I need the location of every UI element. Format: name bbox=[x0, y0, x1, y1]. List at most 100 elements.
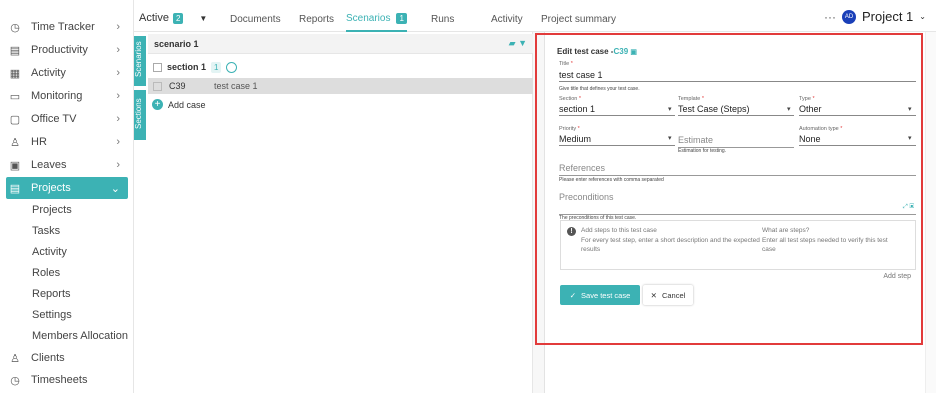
scenario-panel: scenario 1 ▰ ▼ section 1 1 C39 test case… bbox=[148, 32, 533, 393]
sidebar-item-label: HR bbox=[31, 136, 47, 148]
monitor-icon: ▭ bbox=[9, 90, 21, 103]
sidebar-subitem-members-allocation[interactable]: Members Allocation bbox=[32, 330, 128, 342]
scenario-header: scenario 1 ▰ ▼ bbox=[148, 34, 533, 54]
title-input[interactable]: test case 1 bbox=[559, 70, 916, 82]
steps-info-box: ! Add steps to this test case For every … bbox=[560, 220, 916, 270]
template-select[interactable]: Test Case (Steps) bbox=[678, 104, 794, 116]
person-icon: ♙ bbox=[10, 352, 20, 365]
expand-icon[interactable]: ⤢ ▣ bbox=[903, 204, 914, 211]
tab-documents[interactable]: Documents bbox=[230, 14, 281, 25]
sidebar-item-leaves[interactable]: ▣ Leaves › bbox=[6, 154, 128, 176]
sidebar-item-label: Activity bbox=[31, 67, 66, 79]
sidebar-item-office-tv[interactable]: ▢ Office TV › bbox=[6, 108, 128, 130]
section-row[interactable]: section 1 1 bbox=[148, 56, 533, 78]
sidebar-item-label: Monitoring bbox=[31, 90, 83, 102]
estimate-hint: Estimation for testing. bbox=[678, 148, 727, 154]
more-icon[interactable]: ··· bbox=[824, 10, 836, 24]
steps-help-right-text: Enter all test steps needed to verify th… bbox=[762, 236, 888, 254]
calendar-icon: ▣ bbox=[9, 159, 21, 172]
sidebar-subitem-activity[interactable]: Activity bbox=[32, 246, 67, 258]
steps-help-left-title: Add steps to this test case bbox=[581, 227, 657, 234]
case-id: C39 bbox=[169, 81, 186, 91]
sidebar-item-clients[interactable]: ♙ Clients bbox=[6, 347, 128, 369]
tab-scenarios[interactable]: Scenarios 1 bbox=[346, 10, 407, 32]
add-case-label: Add case bbox=[168, 99, 206, 110]
scenarios-count-badge: 1 bbox=[396, 12, 407, 24]
sidebar-item-label: Clients bbox=[31, 352, 65, 364]
sidebar-subitem-tasks[interactable]: Tasks bbox=[32, 225, 60, 237]
sidebar-subitem-projects[interactable]: Projects bbox=[32, 204, 72, 216]
section-name: section 1 bbox=[167, 62, 207, 72]
project-summary-link[interactable]: Project summary bbox=[541, 14, 616, 25]
section-count-badge: 1 bbox=[211, 61, 222, 73]
chevron-down-icon: ▾ bbox=[908, 106, 912, 113]
sidebar-item-hr[interactable]: ♙ HR › bbox=[6, 131, 128, 153]
table-row[interactable]: C39 test case 1 bbox=[148, 78, 533, 94]
section-checkbox[interactable] bbox=[153, 62, 162, 72]
edit-heading: Edit test case -C39 ▣ bbox=[557, 47, 637, 56]
activity-icon: ▦ bbox=[9, 67, 21, 80]
chevron-right-icon: › bbox=[116, 67, 120, 79]
sidebar-item-productivity[interactable]: ▤ Productivity › bbox=[6, 39, 128, 61]
project-name: Project 1 bbox=[861, 9, 914, 24]
sidebar-item-timesheets[interactable]: ◷ Timesheets bbox=[6, 369, 128, 391]
estimate-input[interactable]: Estimate bbox=[678, 135, 794, 148]
sidebar-item-monitoring[interactable]: ▭ Monitoring › bbox=[6, 85, 128, 107]
priority-select[interactable]: Medium bbox=[559, 134, 675, 146]
edit-heading-text: Edit test case - bbox=[557, 47, 614, 56]
case-name: test case 1 bbox=[214, 81, 258, 91]
vertical-tab-scenarios[interactable]: Scenarios bbox=[134, 36, 146, 86]
sidebar-subitem-settings[interactable]: Settings bbox=[32, 309, 72, 321]
sidebar-item-label: Productivity bbox=[31, 44, 88, 56]
references-input[interactable]: References bbox=[559, 163, 916, 176]
tab-reports[interactable]: Reports bbox=[299, 14, 334, 25]
chevron-down-icon: ⌄ bbox=[919, 12, 926, 21]
save-button-label: Save test case bbox=[581, 290, 631, 300]
edit-test-case-panel: Edit test case -C39 ▣ Title * test case … bbox=[535, 33, 923, 345]
tab-activity[interactable]: Activity bbox=[491, 14, 523, 25]
active-filter[interactable]: Active 2 ▼ bbox=[139, 12, 207, 24]
sidebar-item-activity[interactable]: ▦ Activity › bbox=[6, 62, 128, 84]
references-hint: Please enter references with comma separ… bbox=[559, 177, 664, 183]
clock-icon[interactable] bbox=[226, 61, 238, 73]
add-step-button[interactable]: Add step bbox=[883, 273, 911, 280]
scrollbar[interactable] bbox=[925, 32, 936, 393]
chevron-down-icon: ▾ bbox=[908, 135, 912, 142]
tab-runs[interactable]: Runs bbox=[431, 14, 454, 25]
section-select[interactable]: section 1 bbox=[559, 104, 675, 116]
chevron-right-icon: › bbox=[116, 136, 120, 148]
timer-icon: ◷ bbox=[10, 374, 20, 387]
sidebar: ◷ Time Tracker › ▤ Productivity › ▦ Acti… bbox=[0, 0, 134, 393]
sidebar-item-label: Projects bbox=[31, 182, 71, 194]
case-id-link[interactable]: C39 bbox=[613, 47, 628, 56]
steps-help-right-title: What are steps? bbox=[762, 227, 810, 234]
chart-icon: ▤ bbox=[9, 44, 21, 57]
tv-icon: ▢ bbox=[9, 113, 21, 126]
scenario-title: scenario 1 bbox=[154, 39, 199, 49]
preconditions-textarea[interactable]: Preconditions bbox=[559, 192, 916, 215]
save-button[interactable]: ✓ Save test case bbox=[560, 285, 640, 305]
priority-label: Priority * bbox=[559, 126, 580, 132]
sidebar-item-label: Leaves bbox=[31, 159, 67, 171]
filter-icon[interactable]: ▰ ▼ bbox=[509, 38, 527, 49]
case-checkbox[interactable] bbox=[153, 81, 162, 91]
sidebar-item-projects[interactable]: ▤ Projects ⌄ bbox=[6, 177, 128, 199]
active-count-badge: 2 bbox=[172, 12, 184, 24]
chevron-down-icon: ▾ bbox=[668, 106, 672, 113]
type-label: Type * bbox=[799, 96, 815, 102]
info-icon: ! bbox=[567, 227, 576, 236]
sidebar-subitem-reports[interactable]: Reports bbox=[32, 288, 71, 300]
briefcase-icon: ▤ bbox=[9, 182, 21, 195]
plus-icon: + bbox=[152, 99, 163, 110]
project-switcher[interactable]: ··· AD Project 1 ⌄ bbox=[824, 9, 926, 24]
automation-type-select[interactable]: None bbox=[799, 134, 916, 146]
template-label: Template * bbox=[678, 96, 704, 102]
sidebar-item-time-tracker[interactable]: ◷ Time Tracker › bbox=[6, 16, 128, 38]
sidebar-subitem-roles[interactable]: Roles bbox=[32, 267, 60, 279]
vertical-tab-sections[interactable]: Sections bbox=[134, 90, 146, 140]
open-icon[interactable]: ▣ bbox=[630, 49, 637, 56]
cancel-button[interactable]: ✕ Cancel bbox=[643, 285, 693, 305]
type-select[interactable]: Other bbox=[799, 104, 916, 116]
close-icon: ✕ bbox=[650, 290, 657, 300]
add-case-button[interactable]: + Add case bbox=[152, 99, 206, 110]
